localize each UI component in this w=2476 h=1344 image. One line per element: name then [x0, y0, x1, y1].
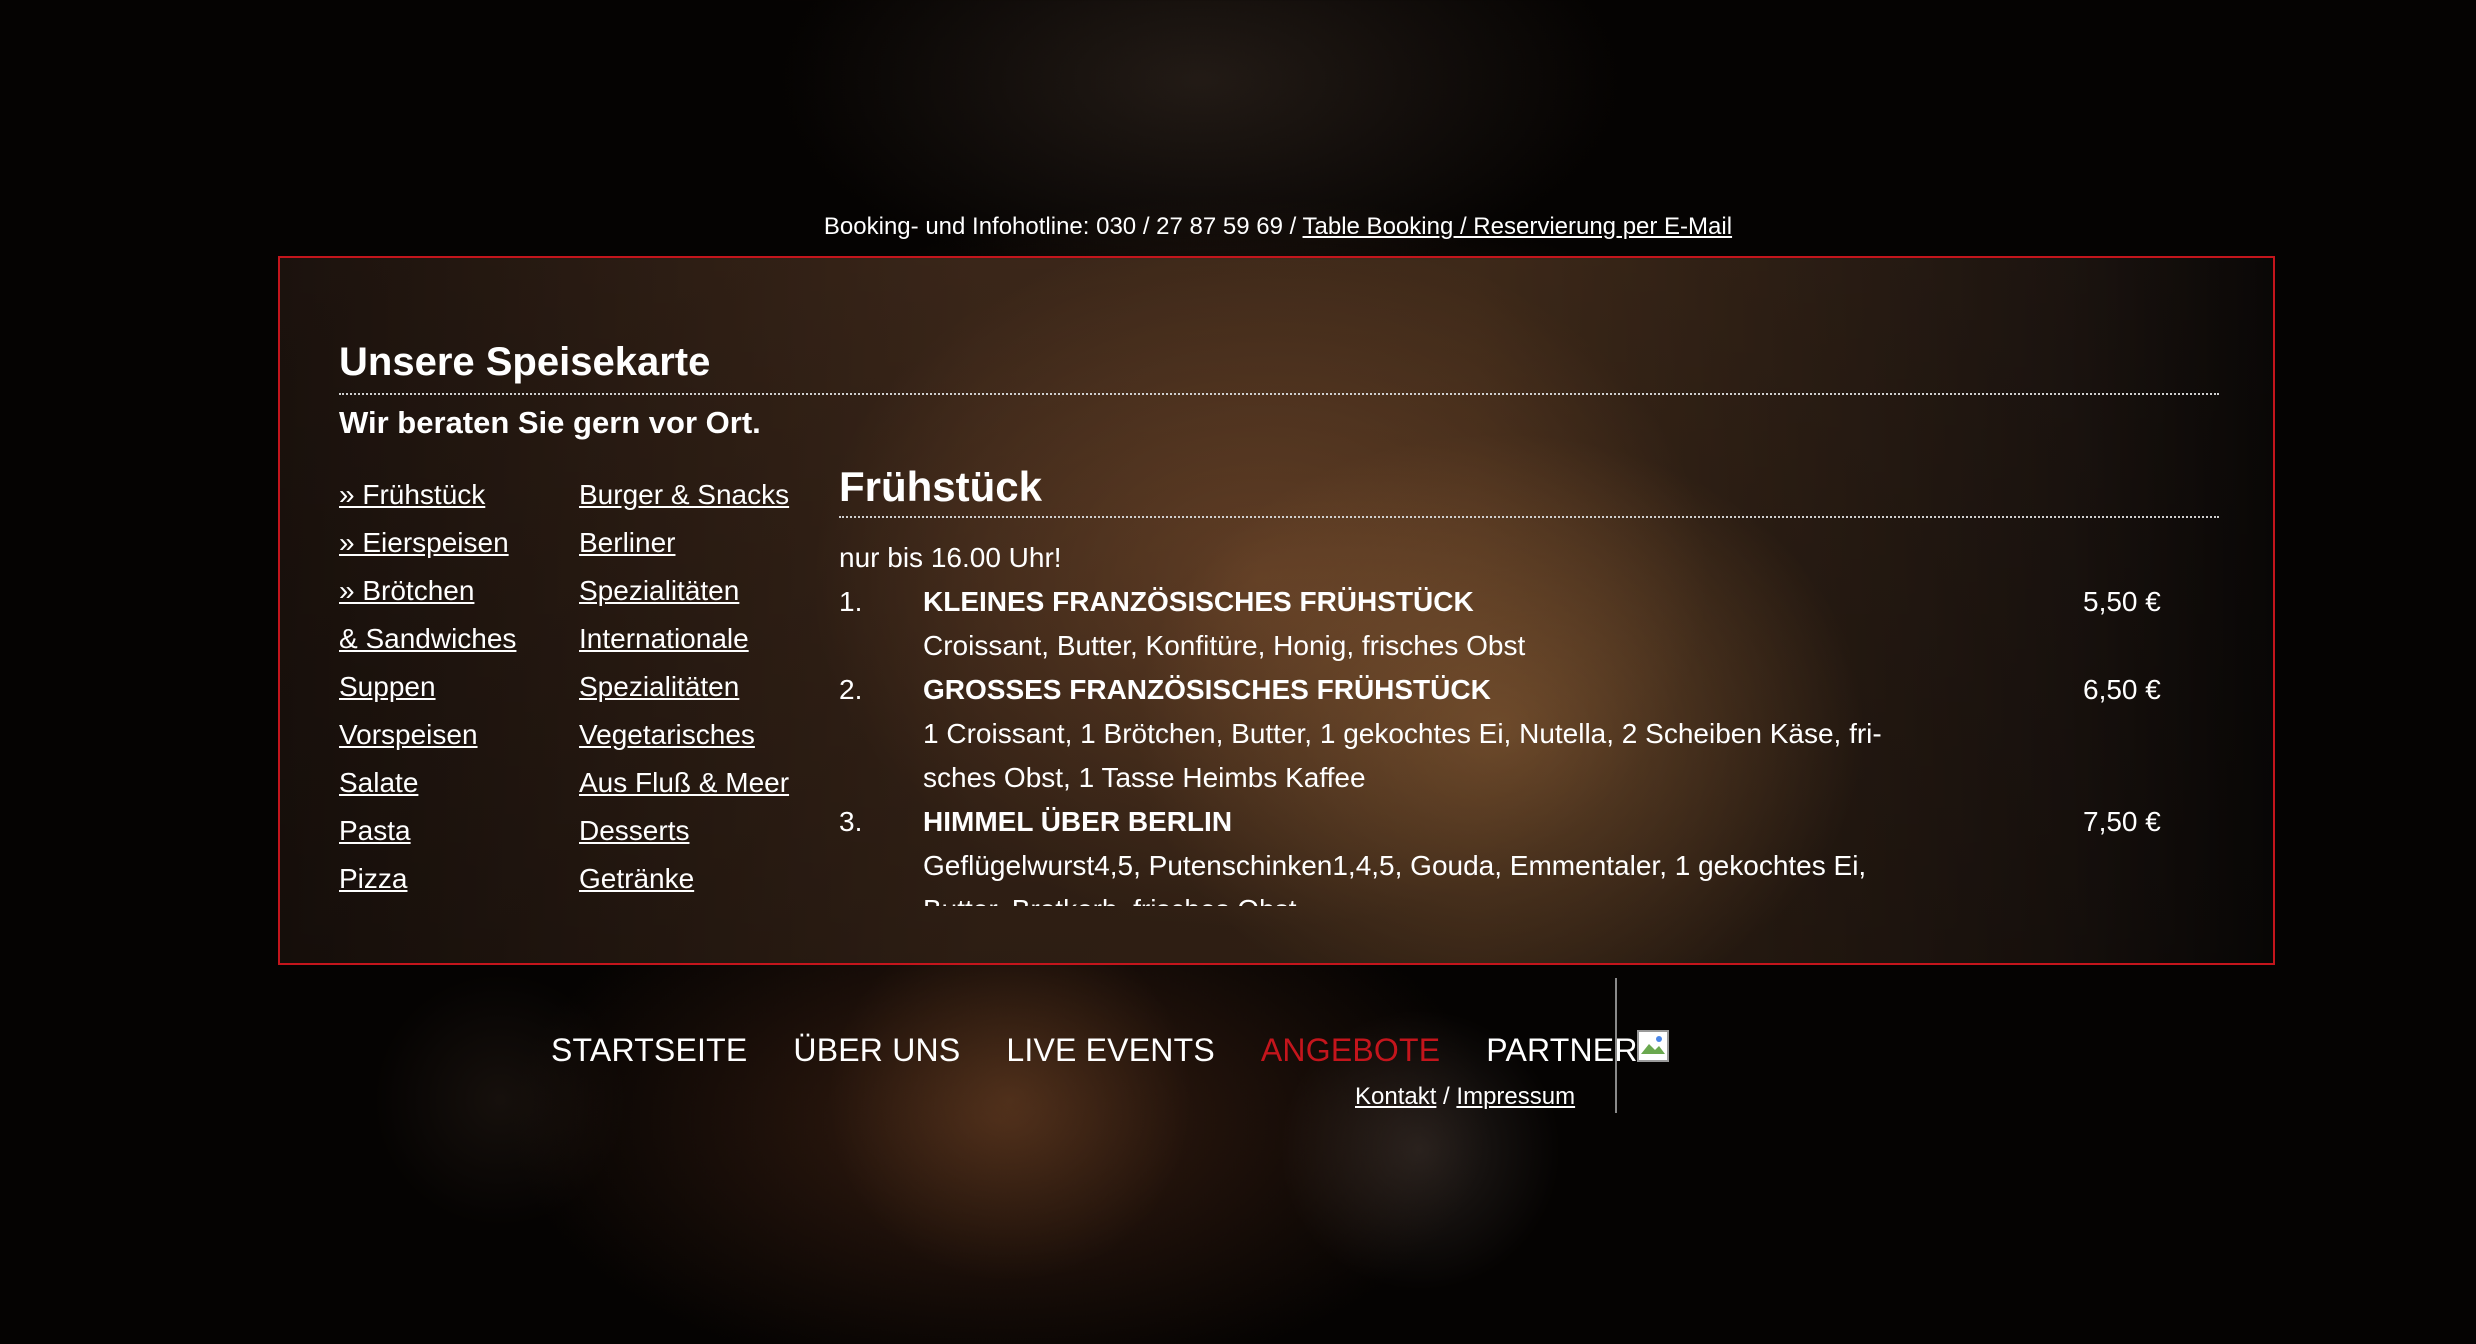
hotline-bar: Booking- und Infohotline: 030 / 27 87 59… — [0, 213, 2476, 241]
booking-email-link[interactable]: Table Booking / Reservierung per E-Mail — [1303, 213, 1733, 240]
nav-angebote[interactable]: ANGEBOTE — [1261, 1032, 1440, 1069]
category-internationale[interactable]: Internationale — [579, 623, 749, 654]
category-fruehstueck[interactable]: » Frühstück — [339, 479, 485, 510]
category-vorspeisen[interactable]: Vorspeisen — [339, 719, 478, 750]
item-number: 1. — [839, 586, 863, 617]
category-pizza[interactable]: Pizza — [339, 863, 407, 894]
category-pasta[interactable]: Pasta — [339, 815, 411, 846]
category-broetchen[interactable]: » Brötchen — [339, 575, 474, 606]
item-number: 3. — [839, 806, 863, 837]
category-salate[interactable]: Salate — [339, 767, 418, 798]
category-getraenke[interactable]: Getränke — [579, 863, 694, 894]
nav-ueber-uns[interactable]: ÜBER UNS — [793, 1032, 960, 1069]
kontakt-link[interactable]: Kontakt — [1355, 1083, 1436, 1110]
item-description: Croissant, Butter, Konfitüre, Honig, fri… — [923, 630, 1526, 661]
section-divider — [839, 516, 2219, 518]
item-price: 5,50 € — [2083, 586, 2161, 617]
category-spezialitaeten-intl[interactable]: Spezialitäten — [579, 671, 739, 702]
menu-item: 3. HIMMEL ÜBER BERLIN 7,50 € Geflügelwur… — [839, 800, 2219, 906]
category-list-right: Burger & Snacks Berliner Spezialitäten I… — [579, 471, 789, 903]
category-sandwiches[interactable]: & Sandwiches — [339, 623, 516, 654]
main-navigation: STARTSEITE ÜBER UNS LIVE EVENTS ANGEBOTE… — [551, 1032, 1684, 1069]
impressum-link[interactable]: Impressum — [1456, 1083, 1575, 1110]
footer-links: Kontakt / Impressum — [1355, 1083, 1575, 1111]
section-title: Frühstück — [839, 463, 1043, 510]
category-berliner[interactable]: Berliner — [579, 527, 675, 558]
nav-live-events[interactable]: LIVE EVENTS — [1006, 1032, 1215, 1069]
item-description: Geflügelwurst4,5, Putenschinken1,4,5, Go… — [923, 850, 1867, 906]
item-name: KLEINES FRANZÖSISCHES FRÜHSTÜCK — [923, 586, 1474, 617]
category-list-left: » Frühstück » Eierspeisen » Brötchen & S… — [339, 471, 516, 903]
menu-subtitle: Wir beraten Sie gern vor Ort. — [339, 405, 761, 440]
nav-divider — [1615, 978, 1617, 1113]
section-note: nur bis 16.00 Uhr! — [839, 542, 1062, 573]
category-spezialitaeten-berlin[interactable]: Spezialitäten — [579, 575, 739, 606]
category-burger-snacks[interactable]: Burger & Snacks — [579, 479, 789, 510]
title-divider — [339, 393, 2219, 395]
item-description: 1 Croissant, 1 Brötchen, Butter, 1 gekoc… — [923, 718, 1882, 793]
item-price: 7,50 € — [2083, 806, 2161, 837]
hotline-text: Booking- und Infohotline: 030 / 27 87 59… — [823, 213, 1303, 240]
menu-panel: Unsere Speisekarte Wir beraten Sie gern … — [278, 256, 2275, 965]
category-fluss-meer[interactable]: Aus Fluß & Meer — [579, 767, 789, 798]
menu-item: 2. GROSSES FRANZÖSISCHES FRÜHSTÜCK 6,50 … — [839, 668, 2219, 800]
category-eierspeisen[interactable]: » Eierspeisen — [339, 527, 509, 558]
menu-title: Unsere Speisekarte — [339, 340, 711, 384]
menu-item: 1. KLEINES FRANZÖSISCHES FRÜHSTÜCK 5,50 … — [839, 580, 2219, 668]
item-name: GROSSES FRANZÖSISCHES FRÜHSTÜCK — [923, 674, 1491, 705]
item-price: 6,50 € — [2083, 674, 2161, 705]
category-vegetarisches[interactable]: Vegetarisches — [579, 719, 755, 750]
category-suppen[interactable]: Suppen — [339, 671, 436, 702]
nav-startseite[interactable]: STARTSEITE — [551, 1032, 747, 1069]
broken-image-icon[interactable] — [1637, 1030, 1669, 1062]
item-name: HIMMEL ÜBER BERLIN — [923, 806, 1233, 837]
item-number: 2. — [839, 674, 863, 705]
menu-items-scroll-area[interactable]: nur bis 16.00 Uhr! 1. KLEINES FRANZÖSISC… — [839, 530, 2219, 906]
footer-separator: / — [1436, 1083, 1457, 1110]
category-desserts[interactable]: Desserts — [579, 815, 689, 846]
